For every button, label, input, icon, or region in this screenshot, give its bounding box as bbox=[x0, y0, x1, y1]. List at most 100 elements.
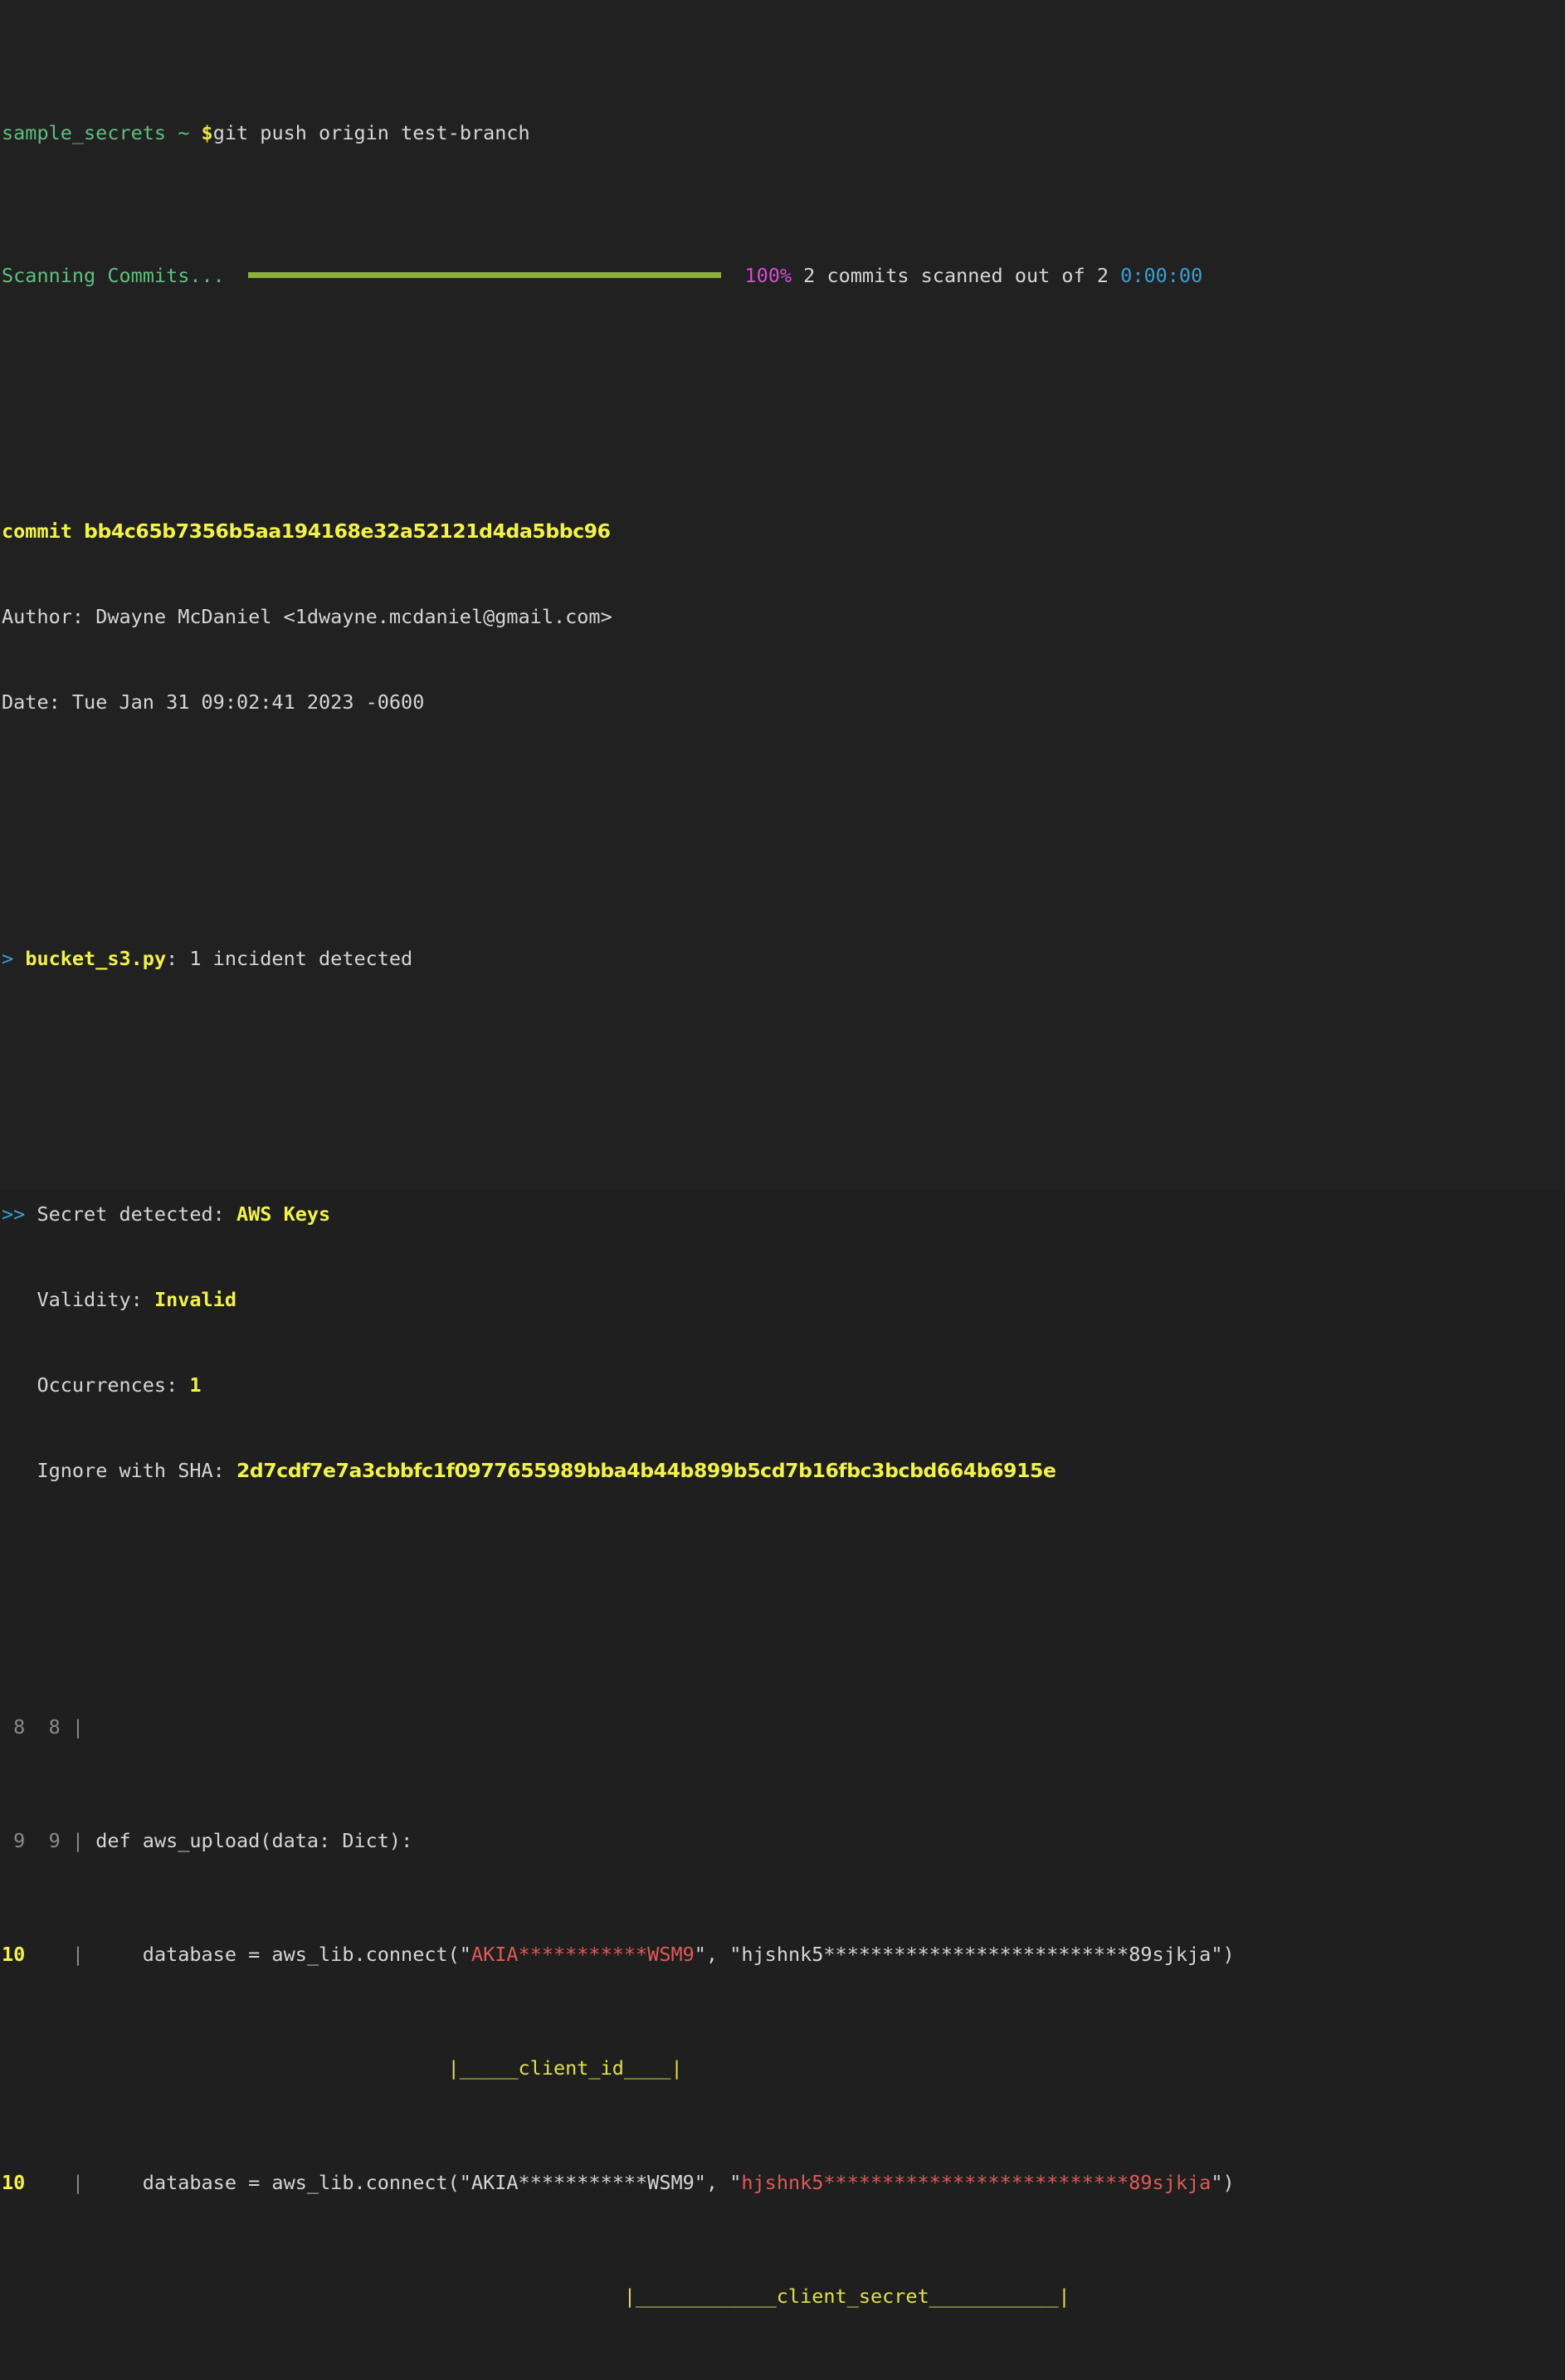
underline-client-id: |_____client_id____| bbox=[447, 2056, 683, 2080]
scan-gap bbox=[225, 264, 248, 287]
validity-gap bbox=[143, 1288, 154, 1311]
secret-occurrences-label: Occurrences: bbox=[37, 1373, 178, 1397]
underline-indent bbox=[2, 2056, 448, 2080]
secret-gap2 bbox=[225, 1202, 236, 1226]
plain-secret-client-secret: hjshnk5**************************89sjkja bbox=[741, 1943, 1212, 1967]
underline-client-secret: |____________client_secret___________| bbox=[623, 2284, 1070, 2308]
diff-row-9: 9 9 | def aws_upload(data: Dict): bbox=[0, 1826, 1565, 1855]
diff-right-no: 9 bbox=[37, 1829, 61, 1852]
scan-line: Scanning Commits... 100% 2 commits scann… bbox=[0, 261, 1565, 290]
ignore-gap bbox=[225, 1459, 236, 1482]
diff-bar: | bbox=[71, 2170, 85, 2194]
incident-marker: > bbox=[2, 946, 14, 970]
commit-author-line: Author: Dwayne McDaniel <1dwayne.mcdanie… bbox=[0, 602, 1565, 631]
commit-date: Tue Jan 31 09:02:41 2023 -0600 bbox=[71, 690, 425, 714]
occ-gap bbox=[178, 1373, 189, 1397]
secret-ignore-sha: 2d7cdf7e7a3cbbfc1f0977655989bba4b44b899b… bbox=[236, 1459, 1056, 1483]
secret-validity-label: Validity: bbox=[37, 1288, 143, 1312]
scan-gap2 bbox=[721, 264, 744, 287]
secret-detected-line: >> Secret detected: AWS Keys bbox=[0, 1200, 1565, 1228]
secret-detected-value: AWS Keys bbox=[236, 1202, 331, 1227]
secret-validity-line: Validity: Invalid bbox=[0, 1285, 1565, 1314]
prompt-line: sample_secrets ~ $git push origin test-b… bbox=[0, 119, 1565, 147]
diff-code-suffix: ") bbox=[1211, 1943, 1235, 1967]
commit-keyword: commit bbox=[2, 519, 72, 544]
diff-code: def aws_upload(data: Dict): bbox=[95, 1829, 413, 1852]
prompt-command: git push origin test-branch bbox=[212, 121, 530, 145]
diff-row-10b: 10 | database = aws_lib.connect("AKIA***… bbox=[0, 2168, 1565, 2197]
secret-validity-value: Invalid bbox=[154, 1288, 236, 1312]
commit-date-line: Date: Tue Jan 31 09:02:41 2023 -0600 bbox=[0, 688, 1565, 716]
sp bbox=[25, 1715, 37, 1739]
secret-marker: >> bbox=[2, 1202, 26, 1227]
author-gap bbox=[84, 605, 95, 628]
sp3 bbox=[84, 1943, 95, 1966]
sp2 bbox=[61, 1715, 72, 1739]
prompt-directory: sample_secrets bbox=[2, 121, 167, 145]
commit-gap bbox=[72, 519, 84, 543]
masked-secret-client-secret: hjshnk5**************************89sjkja bbox=[741, 2170, 1212, 2194]
secret-occurrences-value: 1 bbox=[189, 1373, 202, 1397]
underline-client-secret-row: |____________client_secret___________| bbox=[0, 2282, 1565, 2310]
diff-left-no: 8 bbox=[2, 1714, 26, 1739]
underline-indent2 bbox=[2, 2285, 624, 2308]
diff-right-no: 8 bbox=[37, 1714, 61, 1739]
sp bbox=[25, 1943, 72, 1966]
indent-b bbox=[2, 1373, 37, 1397]
diff-left-no: 10 bbox=[2, 2170, 26, 2194]
diff-left-no: 9 bbox=[2, 1829, 26, 1852]
diff-bar: | bbox=[71, 1714, 85, 1739]
scan-progress-bar bbox=[248, 260, 722, 288]
sp bbox=[25, 2171, 72, 2194]
secret-ignore-line: Ignore with SHA: 2d7cdf7e7a3cbbfc1f09776… bbox=[0, 1456, 1565, 1485]
diff-left-no: 10 bbox=[2, 1943, 26, 1967]
scan-summary: 2 commits scanned out of 2 bbox=[803, 263, 1109, 287]
incident-text: : 1 incident detected bbox=[166, 946, 413, 970]
prompt-tilde-text bbox=[166, 121, 178, 144]
underline-client-id-row: |_____client_id____| bbox=[0, 2054, 1565, 2082]
diff-row-10a: 10 | database = aws_lib.connect("AKIA***… bbox=[0, 1940, 1565, 1968]
date-gap bbox=[61, 690, 72, 714]
commit-date-label: Date: bbox=[2, 690, 61, 714]
sp bbox=[25, 1829, 37, 1852]
masked-secret-client-id: AKIA***********WSM9 bbox=[470, 1943, 695, 1967]
indent-a bbox=[2, 1288, 37, 1311]
scan-elapsed: 0:00:00 bbox=[1120, 263, 1203, 287]
secret-ignore-label: Ignore with SHA: bbox=[37, 1459, 225, 1483]
diff-code-mid: ", " bbox=[694, 1943, 742, 1967]
diff-bar: | bbox=[71, 1943, 85, 1967]
diff-code-prefix: database = aws_lib.connect(" bbox=[95, 2170, 471, 2194]
secret-occurrences-line: Occurrences: 1 bbox=[0, 1371, 1565, 1399]
indent-c bbox=[2, 1459, 37, 1482]
sp3 bbox=[84, 1829, 95, 1852]
commit-line: commit bb4c65b7356b5aa194168e32a52121d4d… bbox=[0, 517, 1565, 545]
diff-row-8: 8 8 | bbox=[0, 1713, 1565, 1741]
incident-filename: bucket_s3.py bbox=[25, 946, 167, 970]
terminal-window[interactable]: sample_secrets ~ $git push origin test-b… bbox=[0, 0, 1565, 2308]
prompt-symbol: $ bbox=[201, 121, 213, 145]
scan-sep2 bbox=[1109, 264, 1120, 287]
incident-line: > bucket_s3.py: 1 incident detected bbox=[0, 944, 1565, 973]
commit-author-label: Author: bbox=[2, 605, 85, 629]
prompt-tilde: ~ bbox=[178, 121, 190, 145]
commit-hash: bb4c65b7356b5aa194168e32a52121d4da5bbc96 bbox=[84, 519, 611, 544]
scan-label: Scanning Commits... bbox=[2, 263, 225, 287]
incident-gap bbox=[13, 947, 25, 970]
diff-code-suffix: ") bbox=[1211, 2170, 1235, 2194]
scan-sep bbox=[792, 264, 803, 287]
diff-bar: | bbox=[71, 1829, 85, 1852]
diff-code-mid: ", " bbox=[694, 2170, 742, 2194]
secret-gap bbox=[25, 1202, 37, 1226]
scan-percent: 100% bbox=[744, 263, 792, 287]
sp2 bbox=[61, 1829, 72, 1852]
plain-secret-client-id: AKIA***********WSM9 bbox=[470, 2170, 695, 2194]
commit-author: Dwayne McDaniel <1dwayne.mcdaniel@gmail.… bbox=[95, 605, 612, 629]
sp3 bbox=[84, 2171, 95, 2194]
secret-detected-label: Secret detected: bbox=[37, 1202, 225, 1227]
diff-code-prefix: database = aws_lib.connect(" bbox=[95, 1943, 471, 1967]
